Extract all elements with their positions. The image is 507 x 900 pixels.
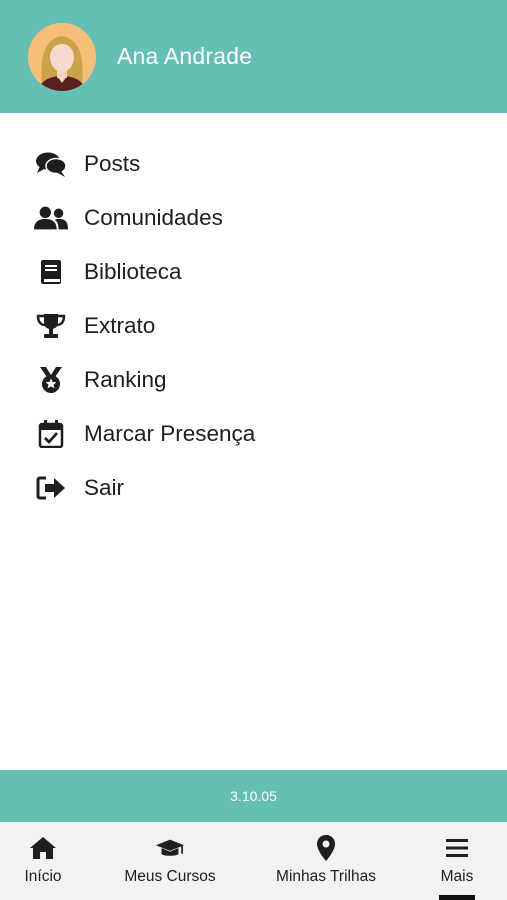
home-icon — [28, 834, 58, 862]
menu-item-biblioteca[interactable]: Biblioteca — [0, 245, 507, 299]
sign-out-icon — [34, 473, 68, 503]
graduation-cap-icon — [155, 834, 185, 862]
version-bar: 3.10.05 — [0, 770, 507, 822]
tab-label: Minhas Trilhas — [276, 868, 376, 885]
menu-item-marcar-presenca[interactable]: Marcar Presença — [0, 407, 507, 461]
app-version: 3.10.05 — [230, 788, 277, 804]
tab-label: Início — [24, 868, 62, 885]
calendar-check-icon — [34, 419, 68, 449]
menu-item-label: Ranking — [84, 367, 167, 392]
tab-label: Meus Cursos — [124, 868, 216, 885]
drawer-menu: Posts Comunidades Biblioteca Extrato Ran… — [0, 137, 507, 515]
trophy-icon — [34, 311, 68, 341]
menu-item-label: Sair — [84, 475, 125, 500]
menu-item-label: Marcar Presença — [84, 421, 256, 446]
menu-item-label: Comunidades — [84, 205, 223, 230]
menu-item-sair[interactable]: Sair — [0, 461, 507, 515]
tab-minhas-trilhas[interactable]: Minhas Trilhas — [264, 822, 388, 900]
map-marker-icon — [311, 834, 341, 862]
menu-item-ranking[interactable]: Ranking — [0, 353, 507, 407]
drawer-header: Ana Andrade — [0, 0, 507, 113]
tab-inicio[interactable]: Início — [0, 822, 86, 900]
active-tab-indicator — [439, 895, 475, 900]
menu-item-posts[interactable]: Posts — [0, 137, 507, 191]
bars-icon — [442, 834, 472, 862]
book-icon — [34, 257, 68, 287]
medal-icon — [34, 365, 68, 395]
menu-item-comunidades[interactable]: Comunidades — [0, 191, 507, 245]
tab-mais[interactable]: Mais — [424, 822, 490, 900]
users-icon — [34, 203, 68, 233]
bottom-tab-bar: Início Meus Cursos Minhas Trilhas Mais — [0, 822, 507, 900]
user-avatar-icon[interactable] — [28, 23, 96, 91]
menu-item-label: Extrato — [84, 313, 156, 338]
menu-item-label: Posts — [84, 151, 141, 176]
tab-label: Mais — [440, 868, 474, 885]
comments-icon — [34, 149, 68, 179]
menu-item-label: Biblioteca — [84, 259, 182, 284]
user-name: Ana Andrade — [117, 43, 253, 69]
menu-item-extrato[interactable]: Extrato — [0, 299, 507, 353]
tab-meus-cursos[interactable]: Meus Cursos — [110, 822, 230, 900]
